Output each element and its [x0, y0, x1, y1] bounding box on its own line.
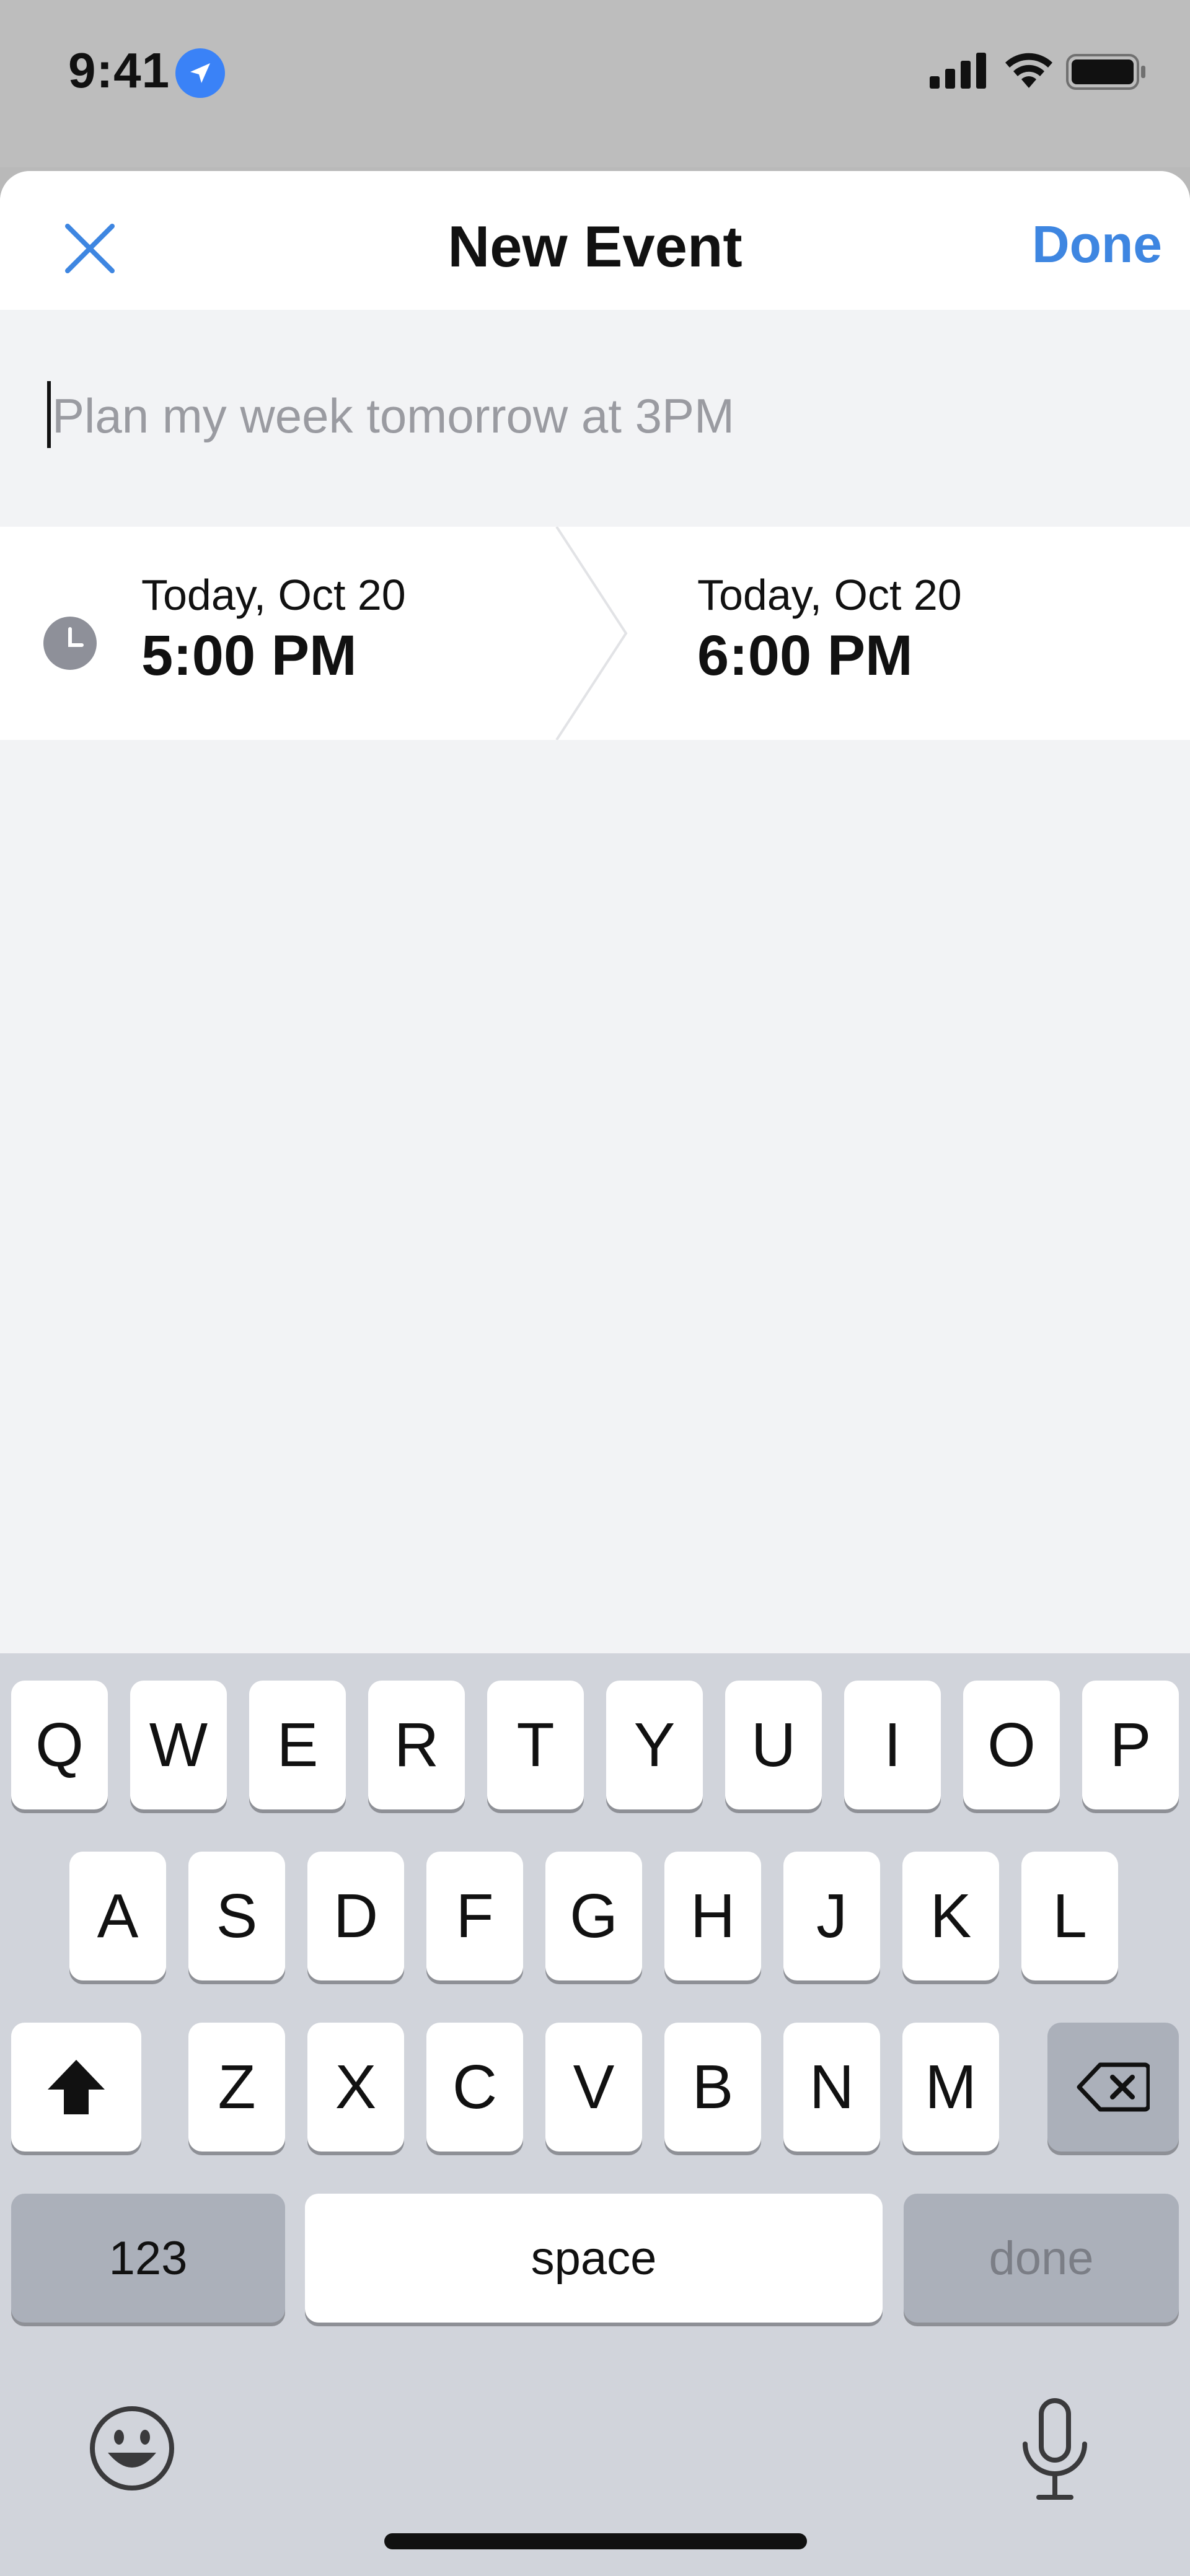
shift-arrow-icon	[48, 2060, 105, 2114]
location-arrow-icon	[175, 48, 225, 98]
key-r[interactable]: R	[368, 1681, 465, 1809]
nav-bar: New Event Done	[0, 171, 1190, 310]
key-b[interactable]: B	[664, 2023, 761, 2152]
key-i[interactable]: I	[844, 1681, 941, 1809]
key-c[interactable]: C	[426, 2023, 523, 2152]
key-x[interactable]: X	[307, 2023, 404, 2152]
status-bar: 9:41	[0, 0, 1190, 167]
key-a[interactable]: A	[69, 1852, 166, 1980]
return-done-key[interactable]: done	[904, 2194, 1179, 2323]
end-date: Today, Oct 20	[697, 571, 962, 619]
status-time: 9:41	[68, 43, 170, 98]
key-q[interactable]: Q	[11, 1681, 108, 1809]
microphone-icon[interactable]	[1016, 2397, 1093, 2502]
key-y[interactable]: Y	[606, 1681, 703, 1809]
keyboard: Q W E R T Y U I O P A S D F G H J K L Z …	[0, 1653, 1190, 2576]
key-w[interactable]: W	[130, 1681, 227, 1809]
page-title: New Event	[447, 214, 743, 279]
key-o[interactable]: O	[963, 1681, 1060, 1809]
key-n[interactable]: N	[783, 2023, 880, 2152]
key-e[interactable]: E	[249, 1681, 346, 1809]
key-v[interactable]: V	[545, 2023, 642, 2152]
key-m[interactable]: M	[902, 2023, 999, 2152]
key-h[interactable]: H	[664, 1852, 761, 1980]
start-time: 5:00 PM	[141, 624, 357, 687]
cellular-signal-icon	[930, 53, 986, 89]
key-s[interactable]: S	[188, 1852, 285, 1980]
home-indicator[interactable]	[384, 2533, 807, 2549]
event-title-input[interactable]	[51, 378, 1107, 454]
chevron-right-icon	[555, 527, 628, 740]
start-date: Today, Oct 20	[141, 571, 406, 619]
key-u[interactable]: U	[725, 1681, 822, 1809]
key-p[interactable]: P	[1082, 1681, 1179, 1809]
key-t[interactable]: T	[487, 1681, 584, 1809]
key-d[interactable]: D	[307, 1852, 404, 1980]
key-k[interactable]: K	[902, 1852, 999, 1980]
emoji-icon[interactable]	[87, 2403, 177, 2494]
key-j[interactable]: J	[783, 1852, 880, 1980]
backspace-icon	[1077, 2062, 1150, 2112]
battery-icon	[1066, 54, 1145, 90]
end-time: 6:00 PM	[697, 624, 913, 687]
event-time-row: Today, Oct 20 5:00 PM Today, Oct 20 6:00…	[0, 527, 1190, 740]
delete-key[interactable]	[1047, 2023, 1179, 2152]
done-button[interactable]: Done	[1032, 214, 1162, 275]
clock-icon	[43, 617, 97, 670]
wifi-icon	[1005, 53, 1052, 88]
key-f[interactable]: F	[426, 1852, 523, 1980]
shift-key[interactable]	[11, 2023, 141, 2152]
key-l[interactable]: L	[1021, 1852, 1118, 1980]
space-key[interactable]: space	[305, 2194, 883, 2323]
numbers-key[interactable]: 123	[11, 2194, 285, 2323]
end-time-selector[interactable]: Today, Oct 20 6:00 PM	[697, 570, 962, 688]
key-g[interactable]: G	[545, 1852, 642, 1980]
start-time-selector[interactable]: Today, Oct 20 5:00 PM	[141, 570, 406, 688]
key-z[interactable]: Z	[188, 2023, 285, 2152]
